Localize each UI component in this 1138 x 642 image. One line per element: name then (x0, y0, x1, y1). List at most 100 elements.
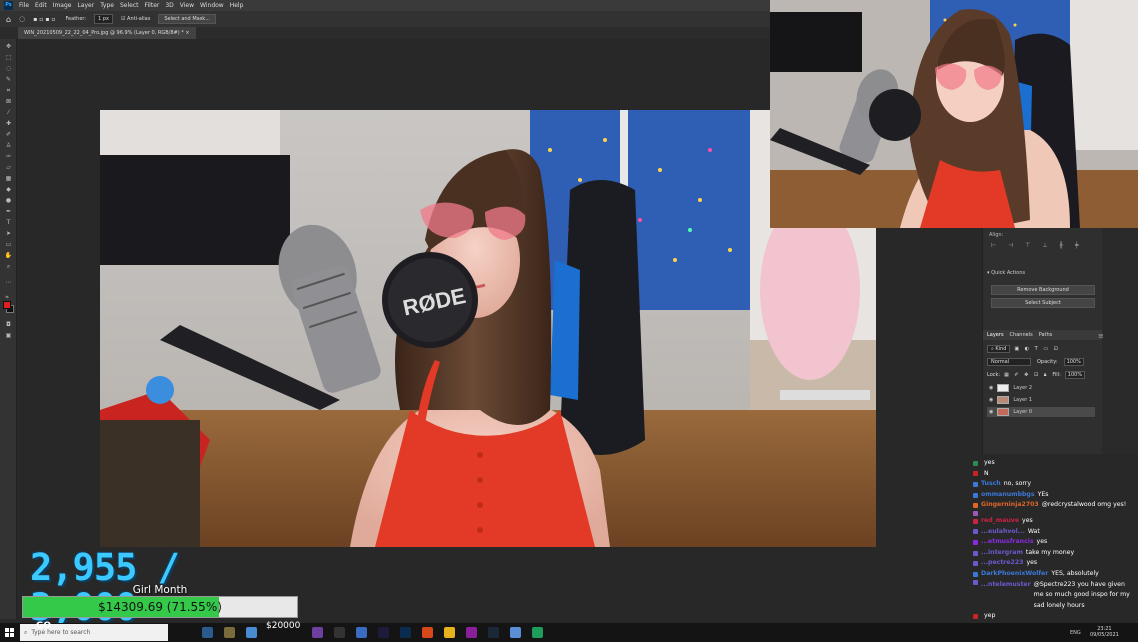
more-tools-icon[interactable]: ⋯ (4, 279, 13, 286)
crop-tool-icon[interactable]: ⌗ (4, 87, 13, 94)
hand-tool-icon[interactable]: ✋ (4, 252, 13, 259)
chat-username[interactable]: ...ntelemuster (981, 580, 1031, 591)
dodge-tool-icon[interactable]: ● (4, 197, 13, 204)
office-icon[interactable] (422, 627, 433, 638)
windows-start-button[interactable] (0, 623, 18, 642)
eye-icon[interactable]: ◉ (989, 409, 993, 415)
brush-tool-icon[interactable]: ✐ (4, 131, 13, 138)
app-icon[interactable] (466, 627, 477, 638)
obs-icon[interactable] (334, 627, 345, 638)
minecraft-icon[interactable] (224, 627, 235, 638)
quick-select-tool-icon[interactable]: ✎ (4, 76, 13, 83)
move-tool-icon[interactable]: ✥ (4, 43, 13, 50)
vscode-icon[interactable] (378, 627, 389, 638)
steam-icon[interactable] (202, 627, 213, 638)
menu-3d[interactable]: 3D (165, 2, 173, 9)
quick-mask-icon[interactable]: ◘ (4, 321, 13, 328)
menu-select[interactable]: Select (120, 2, 139, 9)
menu-image[interactable]: Image (53, 2, 72, 9)
feather-input[interactable]: 1 px (94, 14, 113, 24)
blend-mode-select[interactable]: Normal (987, 358, 1031, 366)
type-tool-icon[interactable]: T (4, 219, 13, 226)
app-icon[interactable] (532, 627, 543, 638)
chat-username[interactable]: ...etmusfrancis (981, 537, 1034, 548)
tool-bar: ✥ ⬚ ◌ ✎ ⌗ ⊠ ⁄ ✚ ✐ ♙ ✑ ▱ ▦ ◆ ● ✒ T ➤ ▭ ✋ … (0, 39, 17, 619)
panel-menu-icon[interactable]: ≡ (1098, 332, 1104, 340)
close-icon[interactable]: × (185, 30, 189, 36)
document-tab-bar: WIN_20210509_22_22_04_Pro.jpg @ 96.9% (L… (0, 27, 770, 39)
frame-tool-icon[interactable]: ⊠ (4, 98, 13, 105)
screen-mode-icon[interactable]: ▣ (4, 332, 13, 339)
explorer-icon[interactable] (510, 627, 521, 638)
select-subject-button[interactable]: Select Subject (991, 298, 1095, 308)
layer-kind-select[interactable]: ⌕ Kind (987, 345, 1011, 353)
chat-username[interactable]: Gingerninja2703 (981, 500, 1039, 511)
eye-icon[interactable]: ◉ (989, 385, 993, 391)
stamp-tool-icon[interactable]: ♙ (4, 142, 13, 149)
antialias-checkbox[interactable]: ☑ Anti-alias (121, 16, 150, 22)
menu-type[interactable]: Type (100, 2, 114, 9)
tab-channels[interactable]: Channels (1010, 332, 1033, 338)
search-icon: ⌕ (24, 628, 28, 636)
lock-icons[interactable]: ▦ ✐ ✥ ⊡ 🔒︎ (1004, 372, 1048, 378)
chrome-icon[interactable] (444, 627, 455, 638)
chat-username[interactable]: DarkPhoenixWolfer (981, 569, 1048, 580)
eye-icon[interactable]: ◉ (989, 397, 993, 403)
healing-tool-icon[interactable]: ✚ (4, 120, 13, 127)
lasso-tool-icon[interactable]: ◌ (4, 65, 13, 72)
tab-layers[interactable]: Layers (987, 332, 1004, 338)
pen-tool-icon[interactable]: ✒ (4, 208, 13, 215)
history-brush-tool-icon[interactable]: ✑ (4, 153, 13, 160)
chat-username[interactable]: ...intergram (981, 548, 1023, 559)
chat-message: ...etmusfrancis yes (964, 537, 1138, 548)
menu-filter[interactable]: Filter (145, 2, 160, 9)
chat-badges (964, 492, 978, 498)
app-icon[interactable] (246, 627, 257, 638)
chat-username[interactable]: ommanumbbgs (981, 490, 1035, 501)
home-icon[interactable]: ⌂ (6, 15, 11, 24)
layer-kind-value: Kind (995, 346, 1007, 352)
tab-paths[interactable]: Paths (1039, 332, 1053, 338)
menu-layer[interactable]: Layer (77, 2, 94, 9)
chat-badge-icon (973, 460, 978, 466)
foreground-color-swatch[interactable] (3, 301, 11, 309)
chat-username[interactable]: red_mauve (981, 516, 1019, 527)
steam-icon[interactable] (488, 627, 499, 638)
lasso-tool-icon[interactable]: ◌ (19, 15, 25, 23)
zoom-tool-icon[interactable]: ⌕ (4, 263, 13, 270)
menu-view[interactable]: View (180, 2, 194, 9)
select-and-mask-button[interactable]: Select and Mask... (158, 14, 216, 24)
marquee-tool-icon[interactable]: ⬚ (4, 54, 13, 61)
language-indicator[interactable]: ENG (1070, 630, 1081, 636)
chat-username[interactable]: ...eulahvol... (981, 527, 1025, 538)
shape-tool-icon[interactable]: ▭ (4, 241, 13, 248)
layer-row-0[interactable]: ◉ Layer 0 (987, 407, 1095, 417)
chat-username[interactable]: ...pectre223 (981, 558, 1023, 569)
app-icon[interactable] (312, 627, 323, 638)
blur-tool-icon[interactable]: ◆ (4, 186, 13, 193)
align-buttons[interactable]: ⊢ ⊣ ⊤ ⊥ ╫ ╪ (991, 242, 1084, 249)
chat-badge-icon (973, 503, 978, 509)
layer-filter-icons[interactable]: ▣ ◐ T ▭ ⊡ (1014, 346, 1059, 352)
layer-row-1[interactable]: ◉ Layer 1 (987, 395, 1095, 405)
taskbar-clock[interactable]: 23:21 09/05/2021 (1090, 626, 1119, 638)
path-select-tool-icon[interactable]: ➤ (4, 230, 13, 237)
fill-input[interactable]: 100% (1064, 371, 1086, 379)
eraser-tool-icon[interactable]: ▱ (4, 164, 13, 171)
menu-help[interactable]: Help (230, 2, 244, 9)
gradient-tool-icon[interactable]: ▦ (4, 175, 13, 182)
selection-mode-icons[interactable]: ▪▫▪▫ (33, 16, 57, 23)
photoshop-icon[interactable] (400, 627, 411, 638)
swap-colors-icon[interactable]: ⇆ (2, 293, 12, 299)
menu-file[interactable]: File (19, 2, 29, 9)
opacity-input[interactable]: 100% (1063, 358, 1084, 366)
menu-edit[interactable]: Edit (35, 2, 47, 9)
chat-username[interactable]: Tusch (981, 479, 1001, 490)
eyedropper-tool-icon[interactable]: ⁄ (4, 109, 13, 116)
layer-row-2[interactable]: ◉ Layer 2 (987, 383, 1095, 393)
menu-window[interactable]: Window (200, 2, 224, 9)
discord-icon[interactable] (356, 627, 367, 638)
remove-background-button[interactable]: Remove Background (991, 285, 1095, 295)
canvas-image[interactable]: RØDE (100, 110, 876, 547)
document-tab[interactable]: WIN_20210509_22_22_04_Pro.jpg @ 96.9% (L… (18, 27, 196, 39)
